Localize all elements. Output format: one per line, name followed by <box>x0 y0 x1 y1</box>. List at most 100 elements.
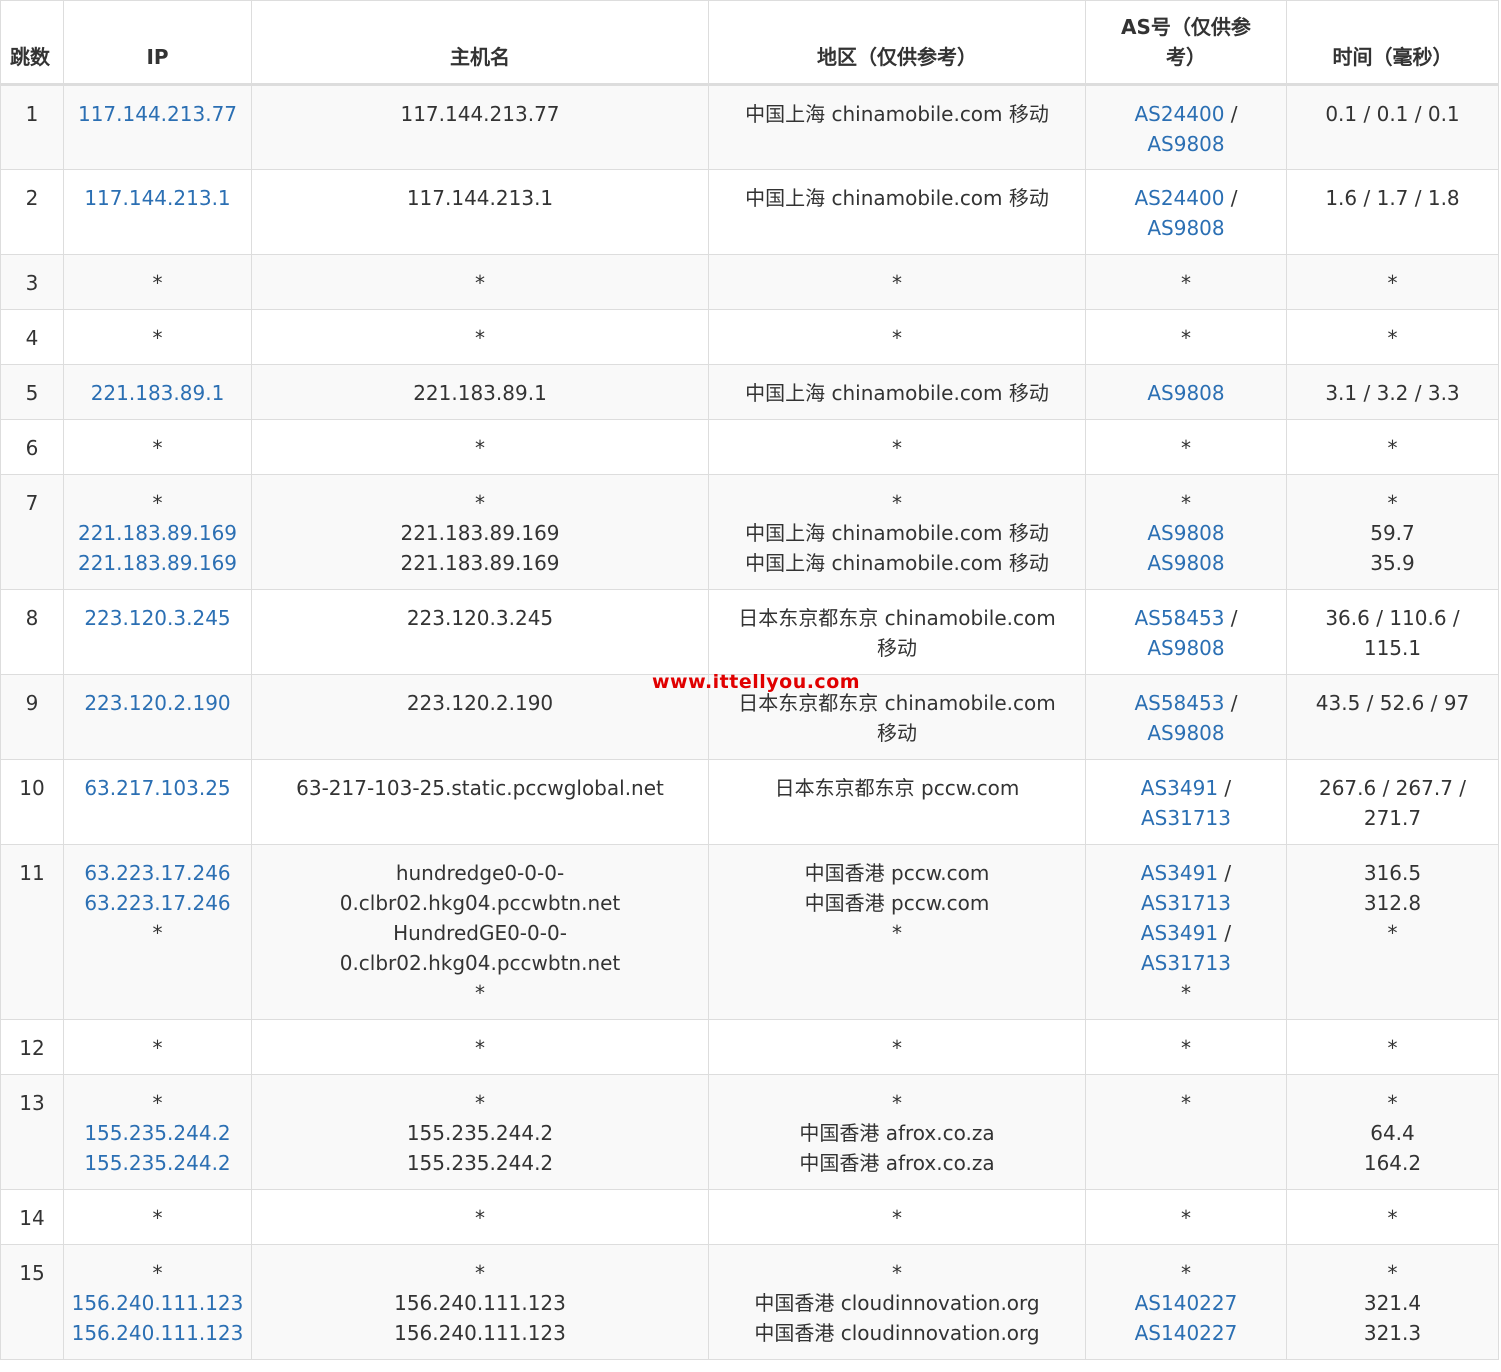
ip-link[interactable]: 155.235.244.2 <box>68 1148 247 1178</box>
region-text: * <box>892 326 902 350</box>
region-text: 日本东京都东京 pccw.com <box>774 776 1020 800</box>
header-region: 地区（仅供参考） <box>708 0 1086 86</box>
asn-link[interactable]: AS9808 <box>1147 521 1224 545</box>
ip-link[interactable]: 156.240.111.123 <box>68 1288 247 1318</box>
asn-link[interactable]: AS31713 <box>1141 951 1231 975</box>
region-text: 移动 <box>877 721 917 745</box>
cell-asn: AS3491 / AS31713 <box>1085 759 1287 845</box>
ip-link[interactable]: 223.120.3.245 <box>68 603 247 633</box>
asn-link[interactable]: AS9808 <box>1147 132 1224 156</box>
time-text: 0.1 / 0.1 / 0.1 <box>1325 102 1460 126</box>
asn-separator: / <box>1224 186 1238 210</box>
asn-link[interactable]: AS140227 <box>1135 1321 1238 1345</box>
asn-link[interactable]: AS24400 <box>1134 186 1224 210</box>
ip-link[interactable]: 221.183.89.169 <box>68 518 247 548</box>
region-text: 中国香港 pccw.com <box>804 891 990 915</box>
asn-link[interactable]: AS9808 <box>1147 721 1224 745</box>
ip-link[interactable]: 117.144.213.77 <box>68 99 247 129</box>
asn-line: AS9808 <box>1090 213 1282 243</box>
asn-line: AS58453 / <box>1090 603 1282 633</box>
time-text: * <box>1387 921 1398 945</box>
asn-link[interactable]: AS31713 <box>1141 891 1231 915</box>
region-text: 中国香港 pccw.com <box>804 861 990 885</box>
cell-time: 316.5 312.8 * <box>1286 844 1499 1020</box>
asn-placeholder: * <box>1181 1261 1191 1285</box>
cell-hop: 15 <box>0 1244 64 1360</box>
ip-link[interactable]: 156.240.111.123 <box>68 1318 247 1348</box>
time-text: 312.8 <box>1363 891 1422 915</box>
asn-link[interactable]: AS24400 <box>1134 102 1224 126</box>
asn-link[interactable]: AS58453 <box>1134 606 1224 630</box>
asn-line: AS9808 <box>1090 518 1282 548</box>
cell-ip: 223.120.2.190 <box>63 674 252 760</box>
asn-link[interactable]: AS3491 <box>1141 861 1218 885</box>
time-text: 64.4 <box>1370 1121 1415 1145</box>
ip-link[interactable]: 63.223.17.246 <box>68 888 247 918</box>
region-text: * <box>892 491 902 515</box>
cell-asn: * <box>1085 309 1287 365</box>
asn-separator: / <box>1224 691 1238 715</box>
cell-hop: 4 <box>0 309 64 365</box>
cell-time: 1.6 / 1.7 / 1.8 <box>1286 169 1499 255</box>
ip-placeholder: * <box>152 271 163 295</box>
cell-ip: 63.217.103.25 <box>63 759 252 845</box>
cell-hop: 6 <box>0 419 64 475</box>
asn-link[interactable]: AS9808 <box>1147 381 1224 405</box>
asn-separator: / <box>1218 921 1232 945</box>
cell-time: 3.1 / 3.2 / 3.3 <box>1286 364 1499 420</box>
cell-time: 36.6 / 110.6 / 115.1 <box>1286 589 1499 675</box>
ip-link[interactable]: 117.144.213.1 <box>68 183 247 213</box>
cell-asn: AS24400 /AS9808 <box>1085 169 1287 255</box>
table-row: 8 223.120.3.245 223.120.3.245 日本东京都东京 china… <box>0 589 1499 675</box>
cell-hostname: * <box>251 1189 709 1245</box>
asn-link[interactable]: AS58453 <box>1134 691 1224 715</box>
cell-asn: * AS9808 AS9808 <box>1085 474 1287 590</box>
region-text: * <box>892 1036 902 1060</box>
cell-region: * <box>708 419 1086 475</box>
ip-link[interactable]: 221.183.89.169 <box>68 548 247 578</box>
asn-link[interactable]: AS31713 <box>1141 806 1231 830</box>
hostname-text: * <box>475 436 485 460</box>
ip-link[interactable]: 63.223.17.246 <box>68 858 247 888</box>
cell-ip: 223.120.3.245 <box>63 589 252 675</box>
cell-hop: 1 <box>0 84 64 170</box>
asn-link[interactable]: AS3491 <box>1141 776 1218 800</box>
asn-link[interactable]: AS9808 <box>1147 636 1224 660</box>
hostname-text: 221.183.89.169 <box>400 521 560 545</box>
ip-link[interactable]: 155.235.244.2 <box>68 1118 247 1148</box>
region-text: * <box>892 921 902 945</box>
cell-region: * 中国上海 chinamobile.com 移动 中国上海 chinamobile… <box>708 474 1086 590</box>
cell-ip: * <box>63 254 252 310</box>
asn-link[interactable]: AS9808 <box>1147 551 1224 575</box>
cell-region: * <box>708 1019 1086 1075</box>
cell-region: * 中国香港 cloudinnovation.org 中国香港 cloudinnov… <box>708 1244 1086 1360</box>
cell-time: * <box>1286 309 1499 365</box>
time-text: * <box>1387 491 1398 515</box>
hostname-text: * <box>475 1206 485 1230</box>
cell-asn: AS58453 / AS9808 <box>1085 589 1287 675</box>
cell-region: 中国香港 pccw.com 中国香港 pccw.com * <box>708 844 1086 1020</box>
asn-link[interactable]: AS140227 <box>1135 1291 1238 1315</box>
cell-ip: 117.144.213.77 <box>63 84 252 170</box>
asn-link[interactable]: AS9808 <box>1147 216 1224 240</box>
ip-link[interactable]: 63.217.103.25 <box>68 773 247 803</box>
header-hop: 跳数 <box>0 0 64 86</box>
ip-link[interactable]: 223.120.2.190 <box>68 688 247 718</box>
region-text: 中国香港 afrox.co.za <box>799 1151 995 1175</box>
cell-region: 中国上海 chinamobile.com 移动 <box>708 84 1086 170</box>
cell-hostname: * 156.240.111.123 156.240.111.123 <box>251 1244 709 1360</box>
ip-link[interactable]: 221.183.89.1 <box>68 378 247 408</box>
hostname-text: 156.240.111.123 <box>394 1321 566 1345</box>
ip-placeholder: * <box>152 1091 163 1115</box>
table-row: 14 * * * * * <box>0 1189 1499 1245</box>
time-text: 321.4 <box>1363 1291 1422 1315</box>
asn-link[interactable]: AS3491 <box>1141 921 1218 945</box>
asn-separator: / <box>1224 102 1238 126</box>
asn-separator: / <box>1218 861 1232 885</box>
time-text: * <box>1387 436 1398 460</box>
time-text: 43.5 / 52.6 / 97 <box>1315 691 1470 715</box>
hostname-text: 155.235.244.2 <box>406 1151 554 1175</box>
time-text: 316.5 <box>1363 861 1422 885</box>
cell-ip: * <box>63 1189 252 1245</box>
asn-placeholder: * <box>1181 981 1191 1005</box>
